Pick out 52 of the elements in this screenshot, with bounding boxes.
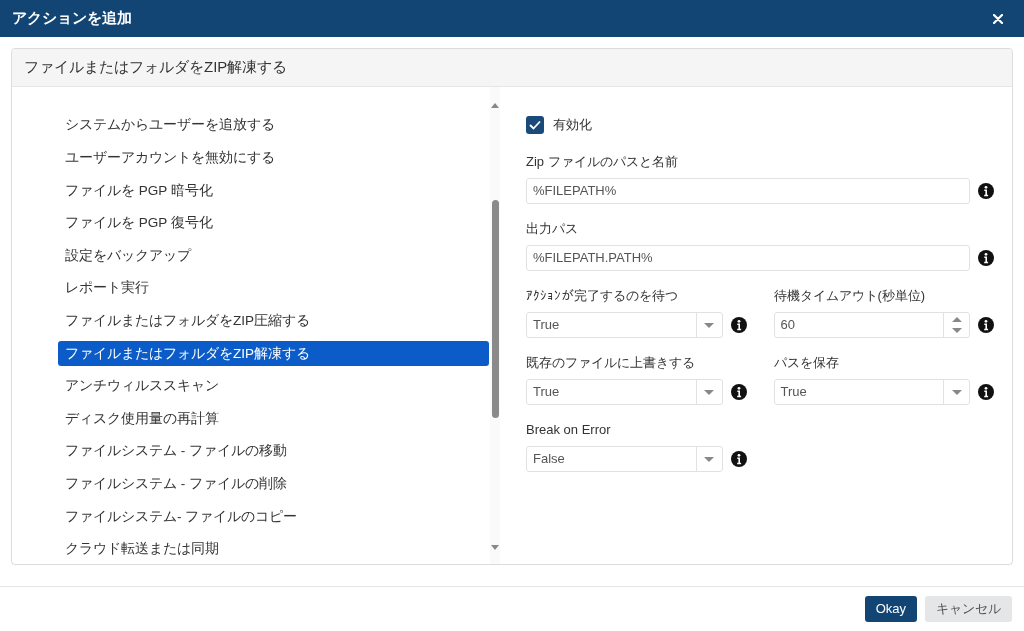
checkbox-label: 有効化 [553, 116, 592, 135]
info-icon[interactable] [978, 384, 994, 400]
field-label: 待機タイムアウト(秒単位) [773, 287, 927, 306]
action-list-item[interactable]: ファイルシステム - ファイルの移動 [58, 438, 489, 464]
dropdown[interactable]: True [526, 312, 723, 338]
action-list-item[interactable]: ファイルシステム - ファイルの削除 [58, 471, 489, 497]
dialog-title: アクションを追加 [12, 8, 132, 29]
action-list-item[interactable]: ユーザーアカウントを無効にする [58, 145, 489, 171]
dropdown[interactable]: True [526, 379, 723, 405]
caret-icon [704, 456, 714, 462]
info-icon[interactable] [978, 317, 994, 333]
text-field[interactable]: %FILEPATH% [526, 178, 970, 204]
field-label: 既存のファイルに上書きする [526, 354, 696, 373]
scroll-up-icon[interactable] [491, 103, 499, 108]
action-list-item[interactable]: 設定をバックアップ [58, 243, 489, 269]
action-list-item[interactable]: アンチウィルススキャン [58, 373, 489, 399]
caret-icon [704, 389, 714, 395]
info-icon[interactable] [730, 451, 747, 467]
info-icon[interactable] [730, 317, 747, 333]
field-label: パスを保存 [773, 354, 840, 373]
number-field[interactable]: 60 [773, 312, 970, 338]
field-label: ｱｸｼｮﾝが完了するのを待つ [526, 287, 679, 306]
field-label: Zip ファイルのパスと名前 [526, 153, 679, 172]
action-list-item[interactable]: レポート実行 [58, 275, 489, 301]
dropdown[interactable]: False [526, 446, 723, 472]
info-icon[interactable] [978, 250, 994, 266]
close-icon[interactable] [993, 13, 1003, 24]
scrollbar-thumb[interactable] [491, 200, 499, 418]
action-list-item[interactable]: ディスク使用量の再計算 [58, 406, 489, 432]
field-label: 出力パス [526, 220, 579, 239]
scrollbar[interactable] [490, 87, 500, 564]
caret-icon [951, 389, 962, 395]
checkmark-icon [529, 120, 541, 130]
spinner-arrows-icon[interactable] [951, 317, 962, 333]
caret-icon [704, 322, 714, 328]
action-list-item[interactable]: システムからユーザーを追放する [58, 113, 489, 138]
okay-button[interactable]: Okay [864, 596, 917, 622]
action-list-item[interactable]: ファイルまたはフォルダをZIP解凍する [58, 341, 489, 367]
text-field[interactable]: %FILEPATH.PATH% [526, 245, 970, 271]
action-list-item[interactable]: ファイルを PGP 復号化 [58, 210, 489, 236]
info-icon[interactable] [730, 384, 747, 400]
dropdown[interactable]: True [773, 379, 970, 405]
info-icon[interactable] [978, 183, 994, 199]
checkbox[interactable] [526, 116, 544, 134]
panel-title: ファイルまたはフォルダをZIP解凍する [24, 57, 288, 78]
action-list-item[interactable]: ファイルシステム- ファイルのコピー [58, 504, 489, 530]
action-list-item[interactable]: ファイルまたはフォルダをZIP圧縮する [58, 308, 489, 334]
action-list-item[interactable]: ファイルを PGP 暗号化 [58, 178, 489, 204]
action-list-item[interactable]: クラウド転送または同期 [58, 536, 489, 562]
scroll-down-icon[interactable] [491, 545, 499, 550]
field-label: Break on Error [526, 421, 612, 440]
cancel-button[interactable]: キャンセル [925, 596, 1012, 622]
